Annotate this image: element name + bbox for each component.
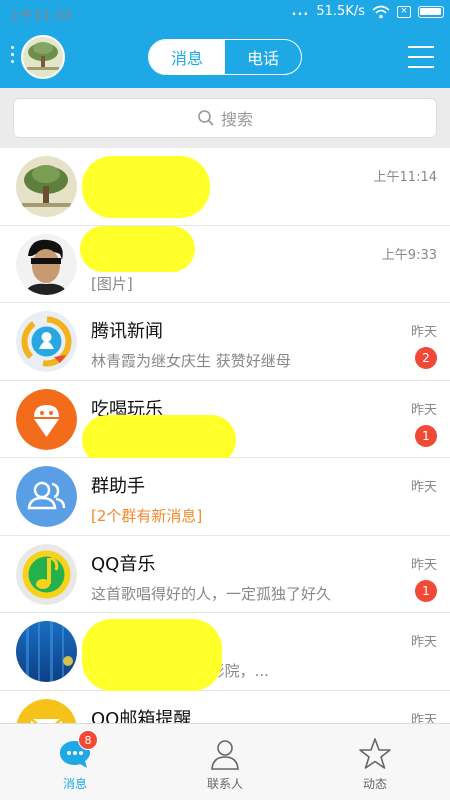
conversation-time: 昨天 [410, 557, 437, 573]
conversation-row[interactable]: 吃喝玩乐 昨天 1 [0, 380, 450, 465]
tab-bar-label: 消息 [62, 777, 87, 791]
unread-badge: 1 [415, 424, 437, 447]
tab-messages[interactable]: 消息 [149, 40, 225, 74]
unread-badge: 2 [415, 347, 437, 369]
search-area: 搜索 [0, 88, 450, 148]
unread-badge: 1 [415, 579, 437, 602]
group-helper-avatar [16, 466, 77, 527]
conversation-name: 群助手 [91, 476, 145, 497]
qq-music-avatar [16, 543, 77, 605]
tree-avatar [16, 156, 77, 217]
wifi-icon [372, 5, 390, 18]
star-icon [359, 738, 391, 769]
conversation-time: 上午11:14 [373, 170, 437, 185]
redaction-mark [80, 225, 195, 272]
redaction-mark [82, 619, 222, 691]
blue-avatar [16, 621, 77, 682]
conversation-name: 腾讯新闻 [91, 321, 163, 342]
conversation-row[interactable]: 群助手 [2个群有新消息] 昨天 [0, 458, 450, 536]
tab-bar-label: 动态 [362, 777, 387, 791]
conversation-time: 昨天 [410, 480, 437, 495]
conversation-preview: 林青霞为继女庆生 获赞好继母 [91, 352, 291, 370]
my-avatar[interactable] [21, 35, 65, 79]
qq-mail-avatar [16, 698, 77, 723]
search-input[interactable]: 搜索 [13, 98, 437, 138]
conversation-row[interactable]: 腾讯新闻 林青霞为继女庆生 获赞好继母 昨天 2 [0, 303, 450, 381]
bottom-tab-bar: 8 消息 联系人 动态 [0, 723, 450, 800]
title-bar: 消息 电话 [0, 26, 450, 88]
conversation-time: 昨天 [410, 712, 437, 724]
tab-calls[interactable]: 电话 [225, 40, 301, 74]
conversation-time: 昨天 [410, 635, 437, 650]
battery-icon [418, 5, 444, 18]
tab-unread-badge: 8 [78, 730, 98, 750]
contacts-icon [211, 740, 239, 770]
no-sim-icon: × [397, 5, 411, 18]
search-icon [198, 110, 214, 126]
status-dots: ... [291, 4, 310, 19]
conversation-time: 上午9:33 [381, 247, 437, 263]
tab-bar-label: 联系人 [206, 777, 243, 791]
conversation-row[interactable]: 2月13号一定别进影院，... 昨天 [0, 613, 450, 691]
conversation-row[interactable]: QQ邮箱提醒 昨天 [0, 690, 450, 724]
tab-bar-contacts[interactable]: 联系人 [150, 724, 300, 800]
conversation-list: 上午11:14 [图片] 上午9:33 腾讯新闻 林青霞为继女庆生 获赞好继母 … [0, 148, 450, 723]
ice-cream-avatar [16, 388, 77, 450]
tencent-news-avatar [16, 311, 77, 372]
conversation-time: 昨天 [410, 325, 437, 340]
search-placeholder: 搜索 [220, 110, 253, 129]
conversation-preview: 这首歌唱得好的人，一定孤独了好久 [91, 584, 332, 603]
header-segmented-control: 消息 电话 [148, 39, 302, 75]
network-speed: 51.5K/s [316, 4, 365, 19]
conversation-time: 昨天 [410, 402, 437, 418]
conversation-name: QQ邮箱提醒 [91, 708, 192, 724]
conversation-name: QQ音乐 [91, 553, 156, 575]
menu-dots-icon[interactable] [11, 46, 15, 67]
tab-bar-feed[interactable]: 动态 [300, 724, 450, 800]
redaction-mark [82, 414, 236, 465]
conversation-row[interactable]: [图片] 上午9:33 [0, 225, 450, 303]
tab-bar-messages[interactable]: 8 消息 [0, 724, 150, 800]
redaction-mark [82, 156, 210, 218]
conversation-row[interactable]: 上午11:14 [0, 148, 450, 226]
conversation-preview: [图片] [91, 274, 133, 293]
status-bar: 上午11:33 ... 51.5K/s × [0, 0, 450, 26]
conversation-row[interactable]: QQ音乐 这首歌唱得好的人，一定孤独了好久 昨天 1 [0, 535, 450, 613]
status-icons: ... 51.5K/s × [292, 4, 444, 19]
hamburger-icon[interactable] [408, 46, 434, 76]
masked-man-avatar [16, 233, 77, 295]
conversation-preview: [2个群有新消息] [91, 507, 203, 525]
